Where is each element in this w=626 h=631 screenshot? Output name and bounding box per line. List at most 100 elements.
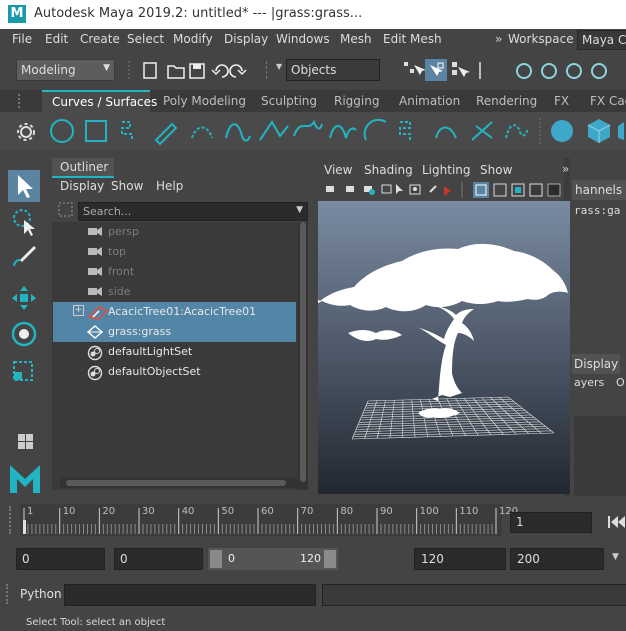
outliner-row-label: grass:grass	[108, 325, 172, 338]
menu-create[interactable]: Create	[80, 32, 120, 46]
range-start-handle[interactable]	[210, 550, 222, 568]
range-end-handle[interactable]	[324, 550, 336, 568]
tick-label: 70	[300, 506, 314, 517]
range-slider[interactable]: 0 120	[208, 548, 338, 570]
display-tab[interactable]: Display	[572, 354, 620, 374]
go-to-start-icon[interactable]	[606, 514, 626, 530]
time-slider-track[interactable]: 1 10 20 30 40 50 60 70 80 90 100 110 120	[20, 504, 518, 536]
viewport-toolbar[interactable]	[314, 180, 570, 200]
outliner-row[interactable]: defaultObjectSet	[53, 362, 296, 382]
tab-poly-modeling[interactable]: Poly Modeling	[163, 94, 246, 108]
outliner-menu-help[interactable]: Help	[156, 179, 183, 193]
outliner-row[interactable]: defaultLightSet	[53, 342, 296, 362]
tab-fx-cache[interactable]: FX Cach	[590, 94, 626, 108]
file-toolbar-icons[interactable]	[124, 61, 254, 81]
scene-start-field[interactable]: 0	[16, 548, 105, 570]
tab-sculpting[interactable]: Sculpting	[261, 94, 317, 108]
workspace-select[interactable]: Maya Cla	[577, 30, 626, 50]
menu-edit-mesh[interactable]: Edit Mesh	[383, 32, 442, 46]
tab-curves-surfaces[interactable]: Curves / Surfaces	[42, 90, 157, 114]
outliner-row-label: side	[108, 285, 131, 298]
scene-end-field[interactable]: 200	[510, 548, 604, 570]
gear-icon[interactable]	[16, 120, 36, 144]
selection-mask-field[interactable]: Objects	[286, 59, 380, 81]
menu-windows[interactable]: Windows	[276, 32, 330, 46]
outliner-row-label: AcacicTree01:AcacicTree01	[108, 305, 257, 318]
viewport-menu-lighting[interactable]: Lighting	[422, 163, 471, 177]
menu-mesh[interactable]: Mesh	[340, 32, 372, 46]
viewport-canvas[interactable]	[318, 201, 570, 494]
paint-select-tool-button[interactable]	[8, 242, 40, 274]
tick-label: 20	[102, 506, 116, 517]
outliner-hscrollbar[interactable]	[60, 478, 298, 488]
outliner-row-label: front	[108, 265, 135, 278]
shelf-handle[interactable]	[18, 94, 23, 108]
outliner-tab[interactable]: Outliner	[52, 158, 114, 178]
viewport-menu-view[interactable]: View	[324, 163, 352, 177]
outliner-row[interactable]: top	[53, 242, 296, 262]
status-line: Modeling ▼ ▼ Objects	[0, 55, 626, 85]
tab-rigging[interactable]: Rigging	[334, 94, 379, 108]
menu-select[interactable]: Select	[127, 32, 164, 46]
window-title: Autodesk Maya 2019.2: untitled* --- |gra…	[34, 6, 363, 21]
snap-toolbar-icons[interactable]	[400, 59, 626, 83]
tick-label: 100	[419, 506, 439, 517]
scene-start-value: 0	[22, 552, 30, 566]
outliner-row[interactable]: front	[53, 262, 296, 282]
anim-start-field[interactable]: 0	[114, 548, 203, 570]
chevron-down-icon[interactable]: ▼	[276, 62, 282, 71]
outliner-menu-show[interactable]: Show	[111, 179, 143, 193]
outliner-row[interactable]: grass:grass	[53, 322, 296, 342]
command-input[interactable]	[64, 584, 316, 606]
mode-dropdown[interactable]: Modeling ▼	[16, 59, 115, 81]
maya-logo-icon: M	[8, 5, 26, 23]
command-line: Python	[0, 580, 626, 608]
viewport-menu-show[interactable]: Show	[480, 163, 512, 177]
rotate-tool-button[interactable]	[8, 318, 40, 350]
scale-icon	[13, 361, 33, 381]
select-tool-button[interactable]	[8, 170, 40, 202]
menu-display[interactable]: Display	[224, 32, 268, 46]
scene-end-value: 200	[517, 552, 540, 566]
mode-dropdown-value: Modeling	[21, 63, 76, 77]
viewport-menu-shading[interactable]: Shading	[364, 163, 413, 177]
layers-tab[interactable]: ayers	[574, 376, 604, 389]
chevron-down-icon[interactable]: ▼	[612, 552, 619, 562]
curves-surfaces-tools[interactable]	[44, 116, 624, 146]
tab-fx[interactable]: FX	[554, 94, 569, 108]
tab-animation[interactable]: Animation	[399, 94, 460, 108]
expand-icon[interactable]: +	[73, 305, 84, 316]
current-frame-field[interactable]: 1	[510, 512, 592, 533]
outliner-row[interactable]: + AcacicTree01:AcacicTree01	[53, 302, 296, 322]
menu-edit[interactable]: Edit	[45, 32, 68, 46]
move-tool-button[interactable]	[8, 282, 40, 314]
scale-tool-button[interactable]	[8, 354, 40, 386]
lasso-tool-button[interactable]	[8, 206, 40, 238]
outliner-scrollbar[interactable]	[298, 222, 308, 490]
channels-tab-label: hannels	[575, 183, 623, 197]
layout-grid-button[interactable]	[8, 428, 40, 460]
slider-handle[interactable]	[9, 506, 15, 534]
menu-modify[interactable]: Modify	[173, 32, 213, 46]
window-titlebar: M Autodesk Maya 2019.2: untitled* --- |g…	[0, 0, 626, 29]
anim-end-field[interactable]: 120	[414, 548, 506, 570]
selection-mask-value: Objects	[291, 63, 337, 77]
help-line: Select Tool: select an object	[0, 614, 626, 631]
filter-icon[interactable]	[57, 201, 75, 219]
current-time-indicator[interactable]	[23, 520, 26, 534]
outliner-row[interactable]: persp	[53, 222, 296, 242]
chevron-right-icon[interactable]: »	[495, 32, 502, 46]
tab-rendering[interactable]: Rendering	[476, 94, 537, 108]
outliner-title: Outliner	[60, 160, 109, 174]
display-tab-label: Display	[574, 357, 619, 371]
outliner-menu-display[interactable]: Display	[60, 179, 104, 193]
menu-file[interactable]: File	[12, 32, 32, 46]
options-tab[interactable]: O	[616, 376, 625, 389]
command-language-label[interactable]: Python	[20, 587, 62, 601]
channels-tab[interactable]: hannels	[572, 180, 626, 200]
chevron-right-icon[interactable]: »	[562, 162, 569, 176]
outliner-row[interactable]: side	[53, 282, 296, 302]
outliner-search-input[interactable]: Search... ▼	[78, 202, 308, 221]
current-frame-value: 1	[516, 515, 524, 529]
cmd-handle[interactable]	[6, 584, 12, 604]
